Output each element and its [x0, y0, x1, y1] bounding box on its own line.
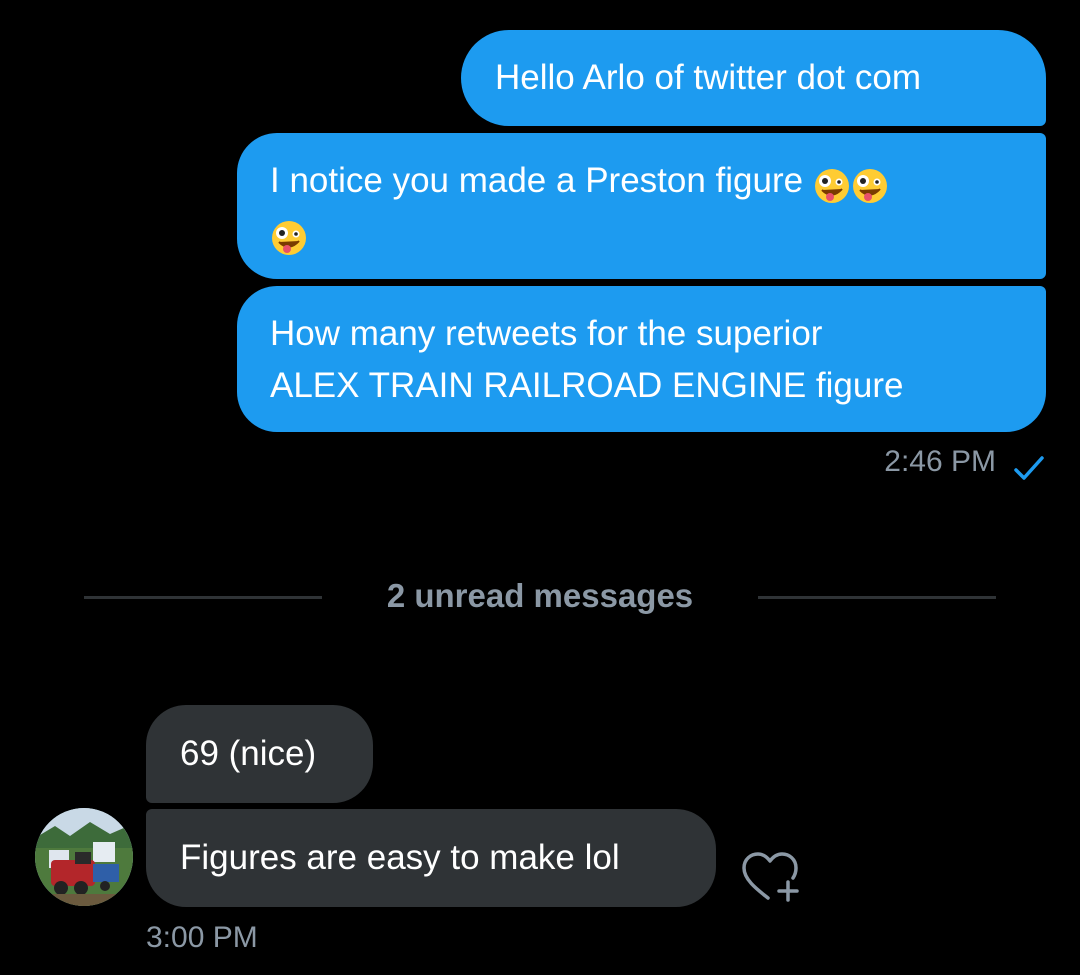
heart-plus-icon[interactable] — [738, 848, 802, 904]
sent-message-bubble[interactable]: How many retweets for the superior ALEX … — [237, 286, 1046, 432]
message-text-line-1: How many retweets for the superior — [270, 314, 823, 353]
divider-line-left — [84, 596, 322, 599]
message-text: Hello Arlo of twitter dot com — [495, 58, 921, 97]
zany-face-emoji — [813, 164, 851, 205]
sent-message-bubble[interactable]: Hello Arlo of twitter dot com — [461, 30, 1046, 126]
message-text: I notice you made a Preston figure — [270, 161, 804, 200]
received-message-bubble[interactable]: 69 (nice) — [146, 705, 373, 803]
message-text: 69 (nice) — [180, 734, 317, 773]
zany-face-emoji — [851, 164, 889, 205]
sent-message-bubble[interactable]: I notice you made a Preston figure 🤪🤪🤪 — [237, 133, 1046, 279]
sent-timestamp: 2:46 PM — [884, 445, 996, 478]
received-timestamp: 3:00 PM — [146, 921, 258, 954]
check-icon — [1014, 456, 1044, 480]
received-message-bubble[interactable]: Figures are easy to make lol — [146, 809, 716, 907]
zany-face-emoji — [270, 216, 308, 257]
message-text: Figures are easy to make lol — [180, 838, 620, 877]
avatar[interactable] — [35, 808, 133, 906]
divider-line-right — [758, 596, 996, 599]
message-text-line-2: ALEX TRAIN RAILROAD ENGINE figure — [270, 366, 904, 405]
unread-divider-label: 2 unread messages — [386, 577, 694, 614]
